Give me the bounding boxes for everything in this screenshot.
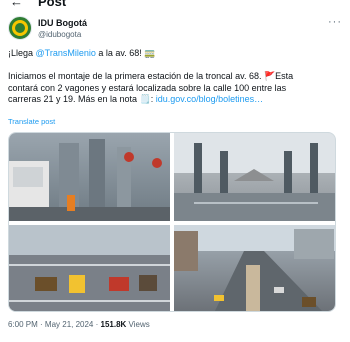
- tweet-text: ¡Llega @TransMilenio a la av. 68! 🚃 Inic…: [8, 48, 342, 106]
- photo-3-illustration: [9, 225, 170, 311]
- author-name[interactable]: IDU Bogotá: [38, 18, 87, 28]
- post-metadata: 6:00 PM · May 21, 2024 · 151.8K Views: [8, 320, 150, 329]
- photo-2-illustration: [174, 133, 335, 221]
- tweet-text-part: a la av. 68! 🚃: [95, 48, 156, 58]
- media-photo-1[interactable]: [9, 133, 170, 221]
- tweet-text-part: carreras 21 y 19. Más en la nota 🗒️:: [8, 94, 156, 105]
- author-handle[interactable]: @idubogota: [38, 30, 81, 39]
- top-bar: ← Post: [0, 0, 350, 10]
- photo-1-illustration: [9, 139, 170, 221]
- avatar[interactable]: [8, 16, 32, 40]
- page-title: Post: [38, 0, 67, 9]
- media-photo-3[interactable]: [9, 225, 170, 311]
- tweet-text-part: ¡Llega: [8, 48, 36, 58]
- mention-link[interactable]: @TransMilenio: [36, 48, 96, 58]
- author-row: IDU Bogotá @idubogota ···: [8, 16, 342, 46]
- photo-4-illustration: [174, 225, 335, 311]
- translate-post-link[interactable]: Translate post: [8, 117, 55, 126]
- view-count: 151.8K: [100, 320, 127, 329]
- views-label: Views: [126, 320, 150, 329]
- post-time[interactable]: 6:00 PM · May 21, 2024 ·: [8, 320, 101, 329]
- more-options-icon[interactable]: ···: [328, 16, 342, 28]
- back-arrow-icon[interactable]: ←: [10, 0, 23, 9]
- article-link[interactable]: idu.gov.co/blog/boletines…: [156, 94, 263, 104]
- tweet-line-2: Iniciamos el montaje de la primera estac…: [8, 71, 294, 82]
- tweet-spacer: [8, 60, 342, 72]
- tweet-line-1: ¡Llega @TransMilenio a la av. 68! 🚃: [8, 48, 342, 60]
- tweet-line-4: carreras 21 y 19. Más en la nota 🗒️: idu…: [8, 94, 342, 106]
- tweet-line-3: contará con 2 vagones y estará localizad…: [8, 82, 287, 93]
- logo-center: [15, 23, 25, 33]
- media-photo-2[interactable]: [174, 133, 335, 221]
- media-photo-4[interactable]: [174, 225, 335, 311]
- media-grid: [8, 132, 336, 312]
